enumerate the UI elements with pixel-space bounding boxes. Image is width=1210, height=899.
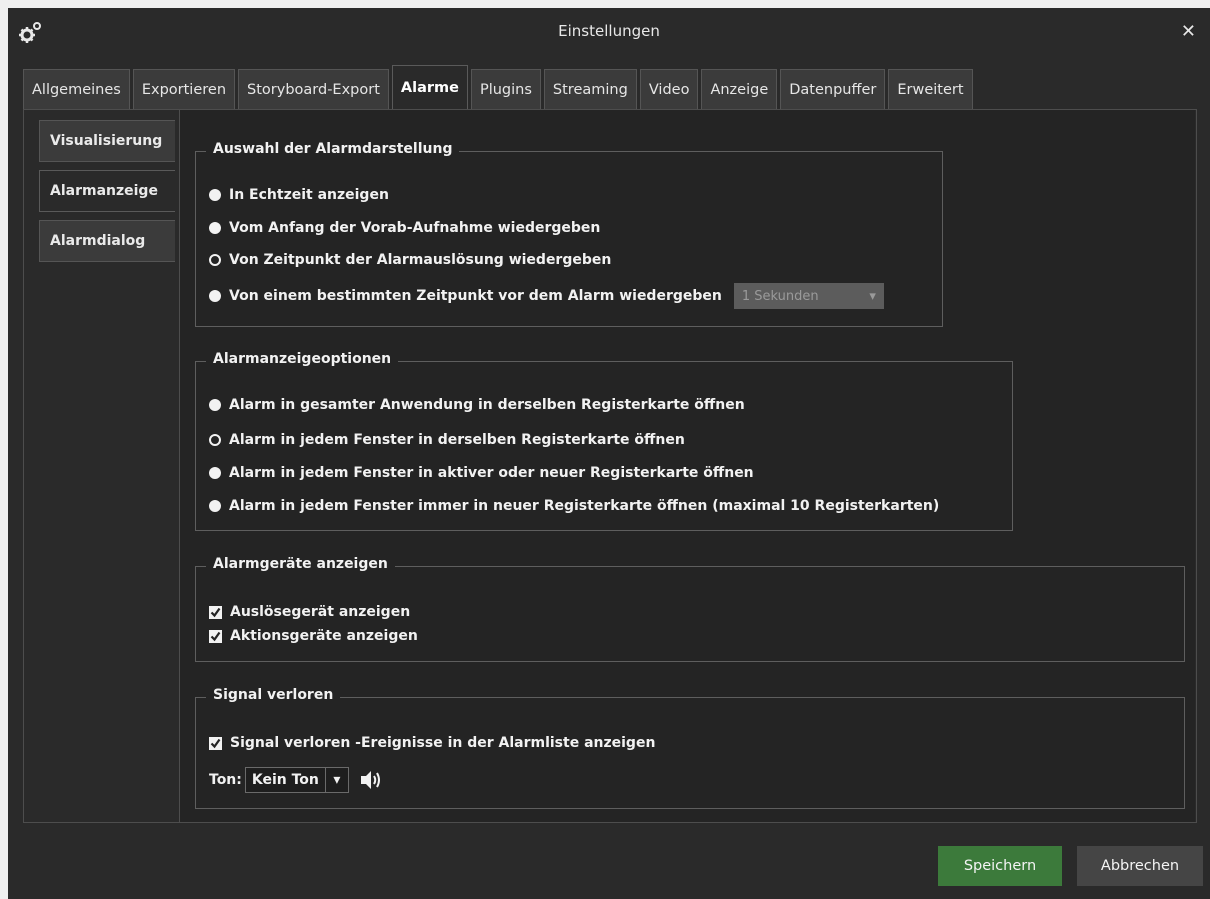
checkbox[interactable] — [209, 736, 222, 750]
option-label: Von einem bestimmten Zeitpunkt vor dem A… — [229, 288, 722, 304]
checkbox-option[interactable]: Signal verloren -Ereignisse in der Alarm… — [209, 735, 655, 751]
option-label: In Echtzeit anzeigen — [229, 187, 389, 203]
option-label: Von Zeitpunkt der Alarmauslösung wiederg… — [229, 252, 612, 268]
checkbox[interactable] — [209, 605, 222, 619]
radio-option[interactable]: Alarm in jedem Fenster in derselben Regi… — [209, 432, 685, 448]
radio-button[interactable] — [209, 290, 221, 302]
sidetab-alarmanzeige[interactable]: Alarmanzeige — [39, 170, 175, 212]
option-label: Vom Anfang der Vorab-Aufnahme wiedergebe… — [229, 220, 601, 236]
option-label: Signal verloren -Ereignisse in der Alarm… — [230, 735, 656, 751]
option-label: Alarm in jedem Fenster in aktiver oder n… — [229, 465, 754, 481]
tab-alarme[interactable]: Alarme — [391, 65, 468, 110]
group-title: Auswahl der Alarmdarstellung — [206, 141, 460, 157]
radio-option[interactable]: Alarm in jedem Fenster in aktiver oder n… — [209, 465, 754, 481]
tab-streaming[interactable]: Streaming — [543, 69, 637, 110]
close-icon[interactable]: ✕ — [1181, 21, 1196, 42]
side-tabs: Visualisierung Alarmanzeige Alarmdialog — [39, 120, 175, 270]
tone-dropdown[interactable]: Kein Ton ▾ — [244, 767, 349, 793]
group-alarm-devices: Alarmgeräte anzeigen Auslösegerät anzeig… — [195, 556, 1185, 662]
title-bar: Einstellungen ✕ — [8, 8, 1210, 56]
tab-plugins[interactable]: Plugins — [470, 69, 541, 110]
group-title: Alarmanzeigeoptionen — [206, 351, 399, 367]
radio-button[interactable] — [209, 222, 221, 234]
main-tabs: Allgemeines Exportieren Storyboard-Expor… — [23, 65, 976, 110]
sidetab-alarmdialog[interactable]: Alarmdialog — [39, 220, 175, 262]
radio-button[interactable] — [209, 399, 221, 411]
tab-datenpuffer[interactable]: Datenpuffer — [780, 69, 886, 110]
tab-anzeige[interactable]: Anzeige — [701, 69, 778, 110]
speaker-icon[interactable] — [359, 769, 383, 791]
tab-video[interactable]: Video — [639, 69, 699, 110]
tab-content: Visualisierung Alarmanzeige Alarmdialog … — [23, 109, 1197, 823]
radio-option[interactable]: Alarm in jedem Fenster immer in neuer Re… — [209, 498, 939, 514]
radio-button[interactable] — [209, 254, 221, 266]
tone-label: Ton: — [209, 772, 242, 788]
seconds-dropdown[interactable]: 1 Sekunden ▾ — [733, 283, 884, 309]
group-alarm-options: Alarmanzeigeoptionen Alarm in gesamter A… — [195, 351, 1013, 531]
settings-dialog: Einstellungen ✕ Allgemeines Exportieren … — [8, 8, 1210, 899]
checkbox-option[interactable]: Aktionsgeräte anzeigen — [209, 628, 418, 644]
chevron-down-icon: ▾ — [869, 288, 876, 304]
group-signal-lost: Signal verloren Signal verloren -Ereigni… — [195, 687, 1185, 809]
radio-option[interactable]: In Echtzeit anzeigen — [209, 187, 389, 203]
group-alarm-display: Auswahl der Alarmdarstellung In Echtzeit… — [195, 141, 943, 327]
sidetab-visualisierung[interactable]: Visualisierung — [39, 120, 175, 162]
tab-storyboard-export[interactable]: Storyboard-Export — [238, 69, 389, 110]
radio-button[interactable] — [209, 467, 221, 479]
checkbox[interactable] — [209, 629, 222, 643]
chevron-down-icon: ▾ — [324, 768, 348, 792]
window-title: Einstellungen — [558, 22, 660, 40]
radio-button[interactable] — [209, 189, 221, 201]
tab-exportieren[interactable]: Exportieren — [132, 69, 236, 110]
group-title: Alarmgeräte anzeigen — [206, 556, 395, 572]
option-label: Alarm in gesamter Anwendung in derselben… — [229, 397, 745, 413]
settings-panel: Auswahl der Alarmdarstellung In Echtzeit… — [179, 110, 1195, 822]
radio-option[interactable]: Alarm in gesamter Anwendung in derselben… — [209, 397, 745, 413]
checkbox-option[interactable]: Auslösegerät anzeigen — [209, 604, 410, 620]
radio-option[interactable]: Von einem bestimmten Zeitpunkt vor dem A… — [209, 283, 884, 309]
tab-erweitert[interactable]: Erweitert — [888, 69, 973, 110]
group-title: Signal verloren — [206, 687, 341, 703]
seconds-value: 1 Sekunden — [741, 288, 819, 304]
cancel-button[interactable]: Abbrechen — [1077, 846, 1203, 886]
option-label: Alarm in jedem Fenster in derselben Regi… — [229, 432, 685, 448]
save-button[interactable]: Speichern — [938, 846, 1062, 886]
radio-button[interactable] — [209, 500, 221, 512]
radio-option[interactable]: Vom Anfang der Vorab-Aufnahme wiedergebe… — [209, 220, 600, 236]
radio-button[interactable] — [209, 434, 221, 446]
option-label: Auslösegerät anzeigen — [230, 604, 411, 620]
radio-option[interactable]: Von Zeitpunkt der Alarmauslösung wiederg… — [209, 252, 611, 268]
option-label: Alarm in jedem Fenster immer in neuer Re… — [229, 498, 940, 514]
tab-allgemeines[interactable]: Allgemeines — [23, 69, 130, 110]
option-label: Aktionsgeräte anzeigen — [230, 628, 418, 644]
tone-value: Kein Ton — [251, 772, 319, 788]
tone-row: Ton: Kein Ton ▾ — [209, 767, 383, 793]
